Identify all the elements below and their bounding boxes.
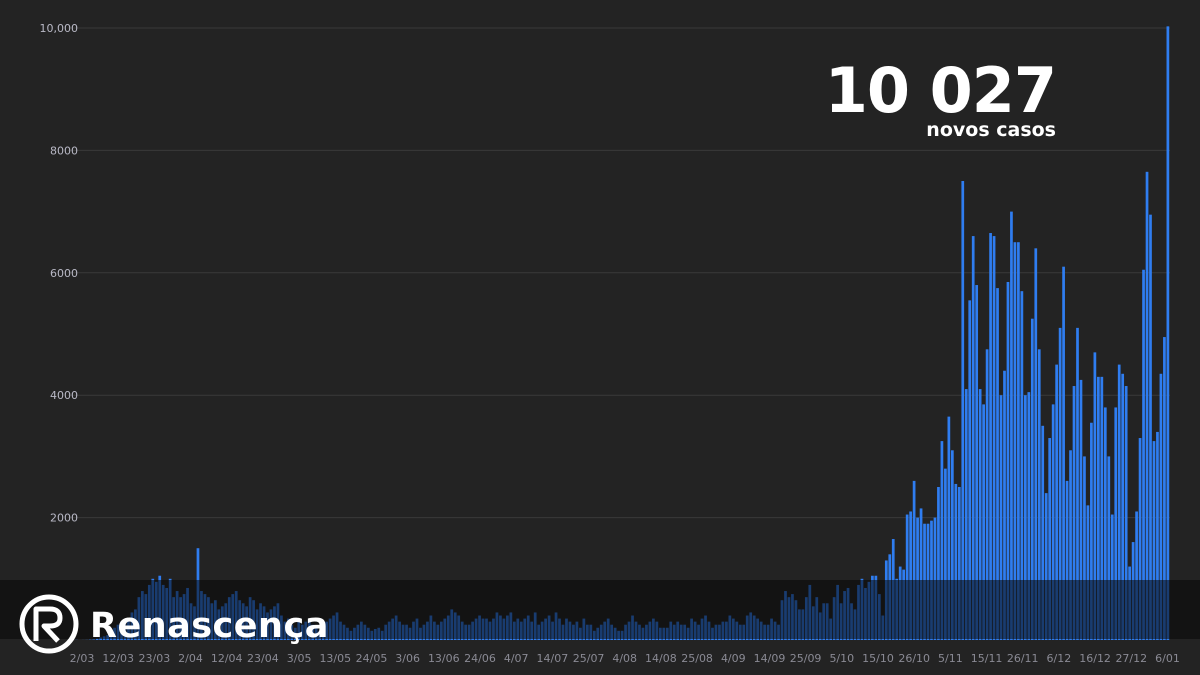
x-tick-label: 14/07 <box>537 652 569 665</box>
bar <box>961 181 965 640</box>
brand: Renascença <box>18 594 329 658</box>
x-tick-label: 14/09 <box>754 652 786 665</box>
x-tick-label: 13/06 <box>428 652 460 665</box>
headline-number: 10 027 <box>824 54 1057 127</box>
y-tick-label: 8000 <box>50 144 78 157</box>
x-tick-label: 6/01 <box>1155 652 1180 665</box>
x-tick-label: 4/09 <box>721 652 746 665</box>
headline-callout: 10 027 novos casos <box>824 54 1057 141</box>
x-tick-label: 16/12 <box>1079 652 1111 665</box>
y-tick-label: 4000 <box>50 389 78 402</box>
x-tick-label: 4/07 <box>504 652 529 665</box>
x-tick-label: 24/06 <box>464 652 496 665</box>
x-tick-label: 25/09 <box>790 652 822 665</box>
x-tick-label: 5/11 <box>938 652 963 665</box>
bar <box>1166 26 1170 641</box>
bar <box>989 233 992 640</box>
x-tick-label: 26/11 <box>1007 652 1039 665</box>
y-tick-label: 10,000 <box>40 22 79 35</box>
x-tick-label: 15/10 <box>862 652 894 665</box>
brand-name: Renascença <box>90 606 329 646</box>
bar <box>1010 211 1013 640</box>
x-tick-label: 3/06 <box>395 652 420 665</box>
x-tick-label: 25/07 <box>573 652 605 665</box>
renascenca-logo-icon <box>18 593 80 659</box>
x-tick-label: 25/08 <box>681 652 713 665</box>
x-tick-label: 26/10 <box>898 652 930 665</box>
x-tick-label: 24/05 <box>356 652 388 665</box>
y-tick-label: 2000 <box>50 512 78 525</box>
x-tick-label: 5/10 <box>829 652 854 665</box>
x-tick-label: 4/08 <box>612 652 637 665</box>
x-tick-label: 6/12 <box>1047 652 1072 665</box>
bar <box>1149 214 1152 640</box>
x-tick-label: 14/08 <box>645 652 677 665</box>
y-tick-label: 6000 <box>50 267 78 280</box>
x-tick-label: 15/11 <box>971 652 1003 665</box>
y-axis-ticks: 2000 4000 6000 8000 10,000 <box>40 22 79 525</box>
bar <box>1145 171 1149 640</box>
x-tick-label: 27/12 <box>1115 652 1147 665</box>
